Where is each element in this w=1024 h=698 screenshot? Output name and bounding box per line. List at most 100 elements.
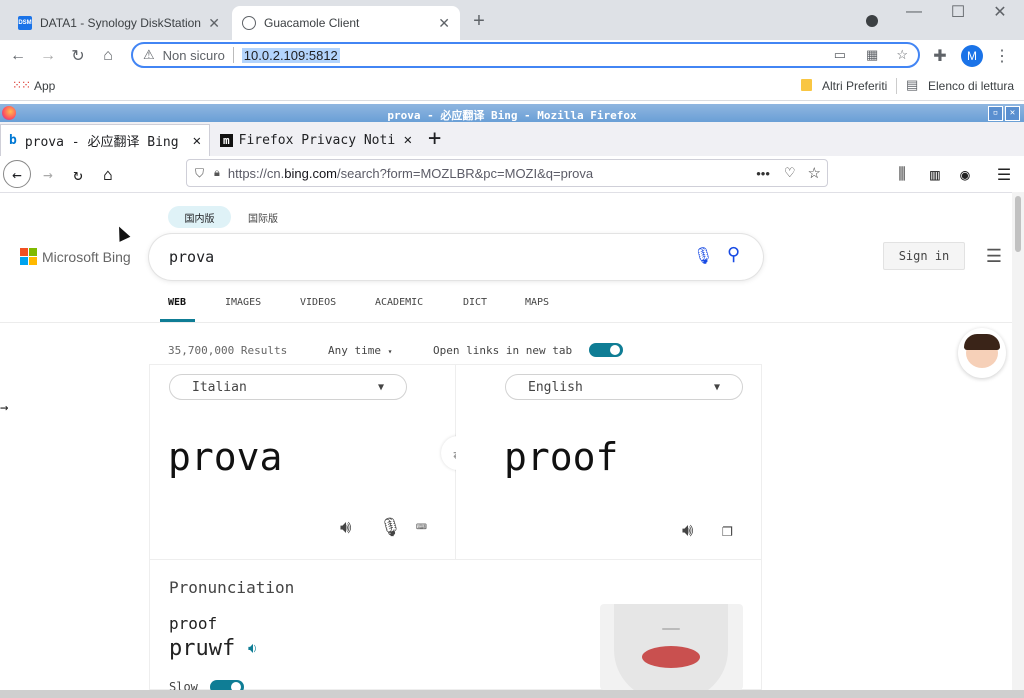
speaker-icon[interactable]: 🔊︎ (340, 517, 351, 538)
profile-avatar[interactable]: M (961, 45, 983, 67)
scrollbar-thumb[interactable] (1015, 196, 1021, 252)
nav-tab-images[interactable]: IMAGES (225, 297, 261, 308)
reading-list[interactable]: Elenco di lettura (928, 79, 1014, 93)
warning-icon: ⚠ (143, 47, 155, 62)
apps-grid-icon[interactable]: ⁙⁙ (12, 78, 31, 92)
bookmarks-bar: ⁙⁙ App Altri Preferiti ▤ Elenco di lettu… (0, 72, 1024, 101)
window-close-icon[interactable]: ✕ (1005, 106, 1020, 121)
firefox-tab-bing[interactable]: b prova - 必应翻译 Bing ✕ (0, 124, 210, 156)
source-language-dropdown[interactable]: Italian ▼ (169, 374, 407, 400)
close-icon[interactable]: ✕ (404, 132, 412, 148)
nav-tab-dict[interactable]: DICT (463, 297, 487, 308)
chrome-tab-guacamole[interactable]: Guacamole Client ✕ (232, 6, 460, 40)
menu-dots-icon[interactable]: ⋮ (992, 46, 1012, 66)
restore-icon[interactable]: ▫ (988, 106, 1003, 121)
time-filter-dropdown[interactable]: Any time ▾ (328, 344, 392, 357)
window-close-icon[interactable]: ✕ (990, 2, 1010, 22)
bing-search-box[interactable]: prova 🎙︎ ⚲ (149, 234, 763, 280)
speaker-icon[interactable]: 🔊︎ (682, 520, 693, 541)
avatar-hair-icon (964, 334, 1000, 350)
home-icon[interactable]: ⌂ (98, 164, 118, 184)
target-language-value: English (528, 379, 583, 395)
pronunciation-heading: Pronunciation (169, 578, 295, 597)
home-icon[interactable]: ⌂ (98, 46, 118, 66)
lips-icon (642, 646, 700, 668)
menu-icon[interactable]: ☰ (994, 164, 1014, 184)
target-text: proof (504, 435, 619, 479)
bing-favicon-icon: b (9, 133, 17, 148)
pocket-icon[interactable]: ♡ (784, 165, 796, 181)
account-icon[interactable]: ◉ (955, 164, 975, 184)
mouth-illustration (600, 604, 743, 690)
vertical-scrollbar[interactable] (1012, 192, 1024, 690)
translator-source-panel: Italian ▼ prova 🔊︎ 🎙︎ ⌨ (149, 364, 456, 560)
firefox-tab-strip: b prova - 必应翻译 Bing ✕ m Firefox Privacy … (0, 122, 1024, 156)
extensions-icon[interactable]: ✚ (930, 46, 950, 66)
chrome-tab-strip: DSM DATA1 - Synology DiskStation ✕ Guaca… (0, 0, 1024, 40)
new-tab-icon[interactable]: + (428, 126, 441, 151)
back-icon[interactable]: ← (3, 160, 31, 188)
bookmark-star-icon[interactable]: ☆ (808, 164, 821, 182)
target-language-dropdown[interactable]: English ▼ (505, 374, 743, 400)
reload-icon[interactable]: ↻ (68, 164, 88, 184)
hamburger-menu-icon[interactable]: ☰ (982, 245, 1006, 267)
chrome-tab-title: DATA1 - Synology DiskStation (40, 16, 201, 30)
firefox-tab-privacy[interactable]: m Firefox Privacy Noti ✕ (212, 124, 420, 156)
nav-tab-academic[interactable]: ACADEMIC (375, 297, 423, 308)
chevron-down-icon: ▾ (387, 347, 393, 356)
close-icon[interactable]: ✕ (438, 15, 450, 32)
nav-tab-web[interactable]: WEB (168, 297, 186, 308)
close-icon[interactable]: ✕ (208, 15, 220, 32)
copy-icon[interactable]: ❐ (722, 520, 733, 541)
results-count: 35,700,000 Results (168, 344, 288, 357)
translator-target-panel: English ▼ proof 🔊︎ ❐ (456, 364, 762, 560)
source-text[interactable]: prova (168, 435, 282, 479)
new-tab-icon[interactable]: + (469, 10, 489, 32)
phonetic-text: pruwf (169, 636, 236, 661)
chevron-down-icon: ▼ (377, 381, 384, 393)
pronunciation-panel: Pronunciation proof pruwf 🔉︎ Slow (149, 560, 762, 694)
scope-tab-international[interactable]: 国际版 (248, 210, 278, 225)
microsoft-logo-icon (20, 248, 37, 265)
sign-in-button[interactable]: Sign in (883, 242, 965, 270)
open-links-toggle[interactable] (589, 343, 623, 357)
chrome-omnibox[interactable]: ⚠ Non sicuro 10.0.2.109:5812 ▭ ▦ ☆ (131, 42, 920, 68)
sidebar-icon[interactable]: ▥ (925, 164, 945, 184)
divider (0, 322, 1012, 323)
bing-logo-text: Microsoft Bing (42, 248, 131, 265)
microphone-icon[interactable]: 🎙︎ (379, 517, 402, 538)
search-icon[interactable]: ⚲ (727, 244, 740, 265)
other-favorites[interactable]: Altri Preferiti (822, 79, 887, 93)
page-actions-icon[interactable]: ••• (756, 166, 770, 181)
nav-tab-videos[interactable]: VIDEOS (300, 297, 336, 308)
minimize-icon[interactable]: — (904, 2, 924, 22)
microphone-icon[interactable]: 🎙︎ (693, 246, 713, 265)
bookmark-star-icon[interactable]: ☆ (896, 47, 908, 63)
reload-icon[interactable]: ↻ (68, 46, 88, 66)
keyboard-icon[interactable]: ⌨ (416, 517, 427, 538)
bing-logo[interactable]: Microsoft Bing (20, 248, 131, 265)
close-icon[interactable]: ✕ (193, 133, 201, 149)
omnibox-url[interactable]: 10.0.2.109:5812 (241, 47, 340, 63)
qr-code-icon[interactable]: ▦ (866, 47, 878, 63)
scope-tab-domestic[interactable]: 国内版 (168, 206, 231, 228)
dsm-icon: DSM (18, 16, 32, 30)
tab-search-icon[interactable] (866, 15, 878, 27)
cast-icon[interactable]: ▭ (834, 47, 846, 63)
speaker-icon[interactable]: 🔉︎ (248, 639, 257, 657)
horizontal-scrollbar[interactable] (0, 690, 1024, 698)
forward-icon[interactable]: → (38, 164, 58, 184)
nav-tab-maps[interactable]: MAPS (525, 297, 549, 308)
firefox-url-bar[interactable]: ⛉ 🔒︎ https://cn. bing.com/search?form=MOZ… (186, 159, 828, 187)
lock-icon: 🔒︎ (214, 166, 220, 179)
apps-label[interactable]: App (34, 79, 55, 93)
chrome-tab-diskstation[interactable]: DSM DATA1 - Synology DiskStation ✕ (8, 6, 230, 40)
back-icon[interactable]: ← (8, 46, 28, 66)
bing-chat-avatar[interactable] (958, 328, 1006, 378)
forward-icon[interactable]: → (38, 46, 58, 66)
maximize-icon[interactable]: ☐ (948, 2, 968, 22)
security-label: Non sicuro (162, 47, 225, 63)
search-input[interactable]: prova (169, 248, 214, 266)
tab-title: Firefox Privacy Noti (238, 132, 396, 148)
library-icon[interactable]: ⫼ (892, 164, 912, 184)
